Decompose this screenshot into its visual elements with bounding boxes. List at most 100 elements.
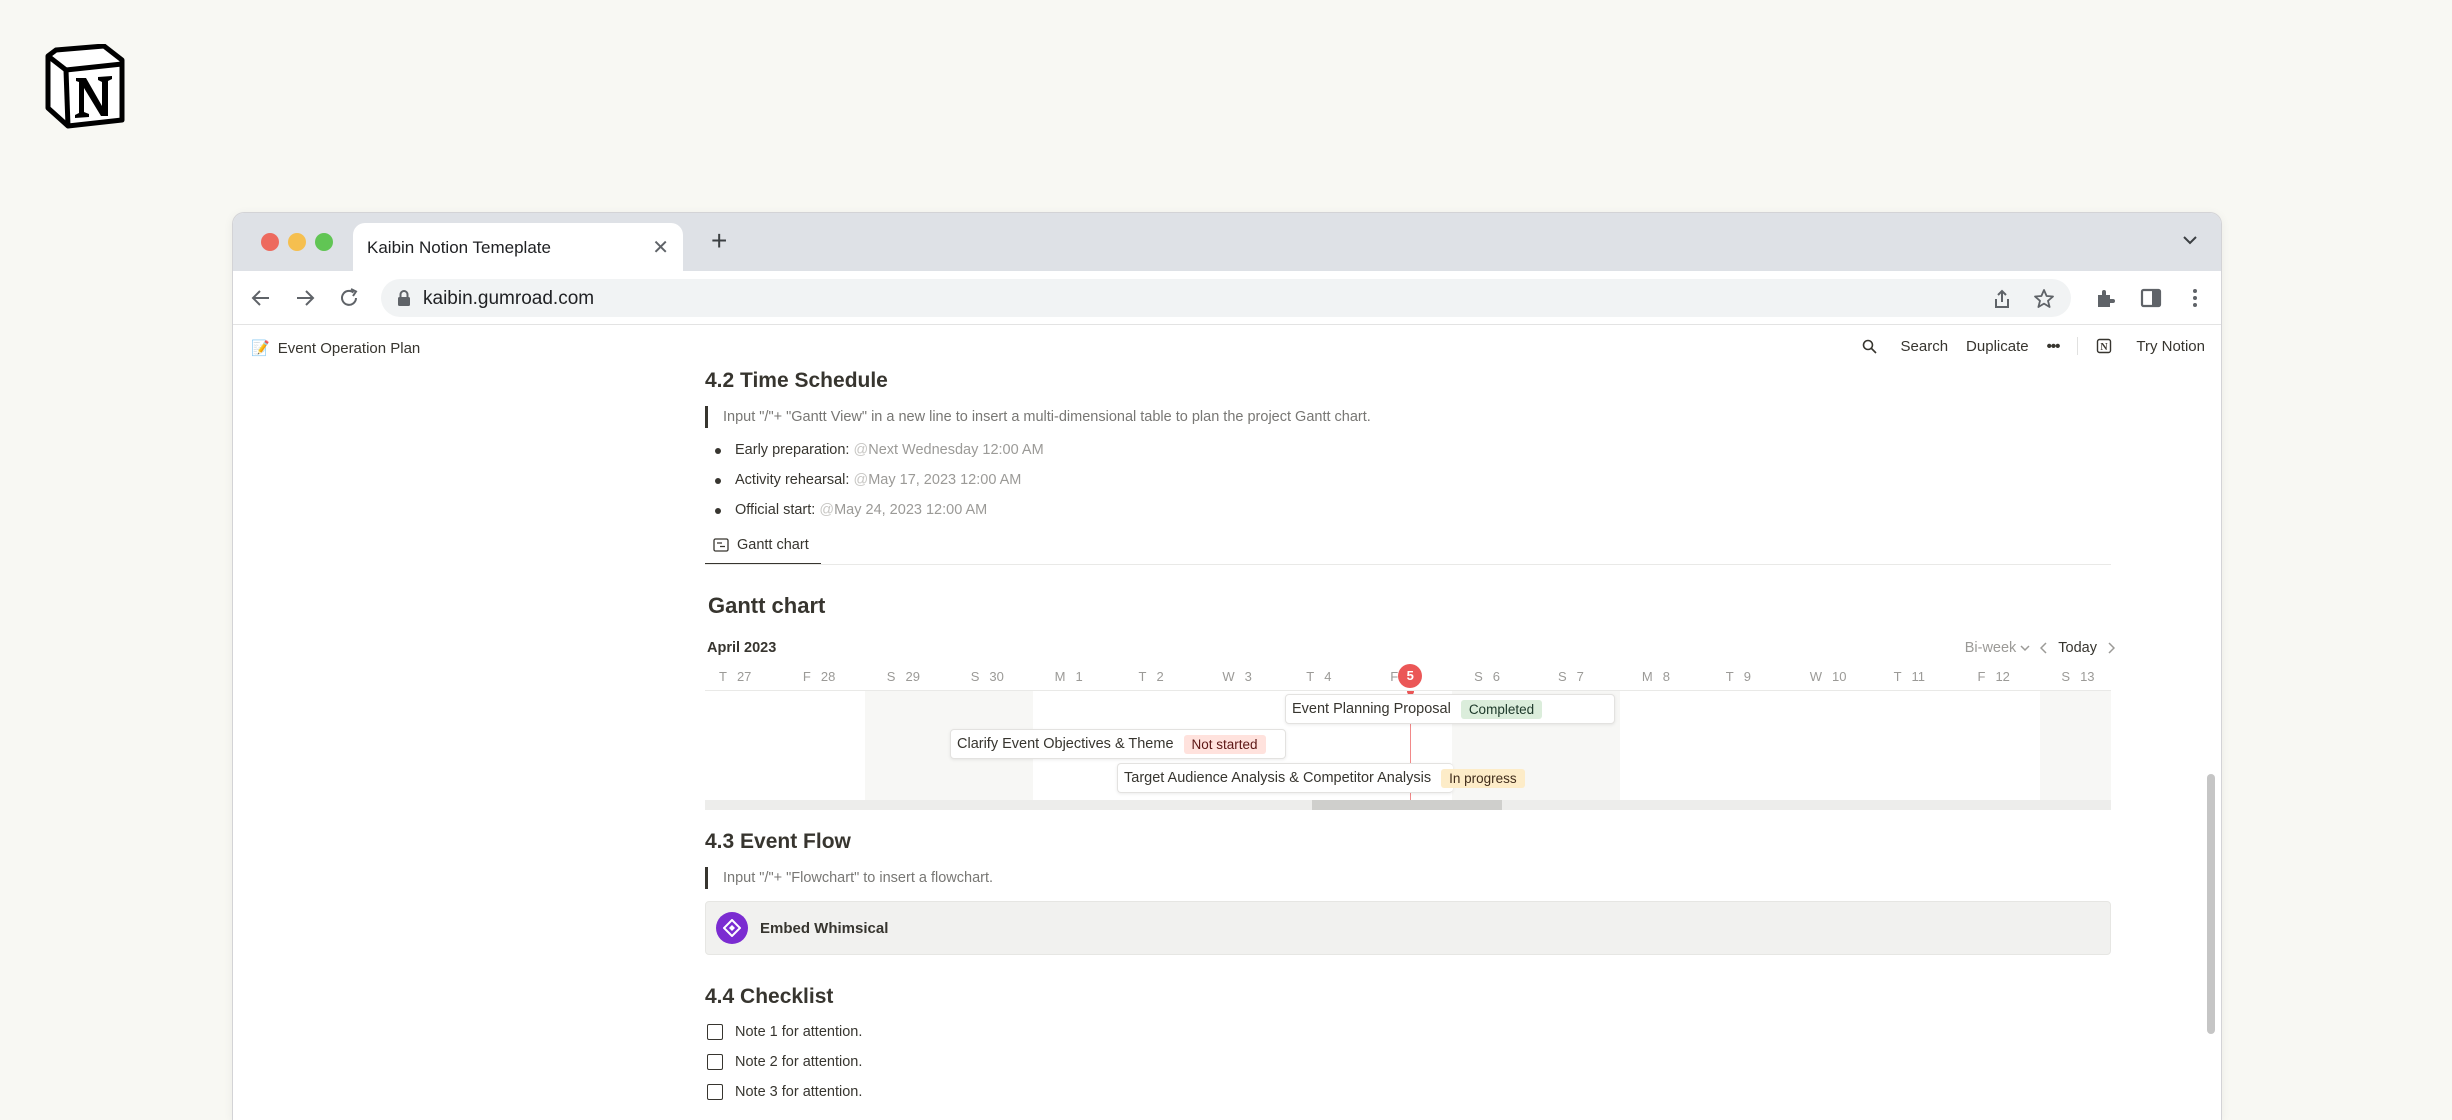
notion-logo-icon xyxy=(45,44,125,129)
day-of-week: T xyxy=(1306,669,1315,684)
gantt-task-bar[interactable]: Event Planning Proposal Completed xyxy=(1285,694,1615,724)
day-of-week: F xyxy=(802,669,811,684)
url-text: kaibin.gumroad.com xyxy=(423,288,595,309)
gantt-day-label: M8 xyxy=(1642,669,1670,684)
chevron-right-icon[interactable] xyxy=(2107,642,2115,654)
gantt-day-label: T2 xyxy=(1139,669,1164,684)
checkbox[interactable] xyxy=(707,1024,723,1040)
close-window-button[interactable] xyxy=(261,233,279,251)
more-options-button[interactable]: ••• xyxy=(2047,338,2061,355)
gantt-day-label: S 30 xyxy=(971,669,1004,684)
duplicate-button[interactable]: Duplicate xyxy=(1966,338,2029,355)
gantt-task-bar[interactable]: Target Audience Analysis & Competitor An… xyxy=(1117,763,1525,793)
gantt-day-header: T 27 F 28 S 29 S 30 M 1 T 2 W 3 T 4 F 5 S 6 S 7 M 8 T 9 W 10 T 11 F 12 S… xyxy=(705,664,2111,690)
gantt-day-label: S6 xyxy=(1474,669,1500,684)
tab-gantt-label: Gantt chart xyxy=(737,537,809,553)
gantt-scrollbar[interactable] xyxy=(1312,800,1502,810)
embed-label: Embed Whimsical xyxy=(760,919,889,937)
kebab-menu-icon[interactable] xyxy=(2183,286,2207,310)
section-heading-time-schedule: 4.2 Time Schedule xyxy=(705,369,888,392)
gantt-day-label: T4 xyxy=(1306,669,1331,684)
breadcrumb[interactable]: 📝 Event Operation Plan xyxy=(251,339,421,358)
list-item: Official start: @May 24, 2023 12:00 AM xyxy=(705,499,987,521)
breadcrumb-label: Event Operation Plan xyxy=(277,339,421,357)
gantt-day-label: W3 xyxy=(1222,669,1252,684)
day-number: 29 xyxy=(905,669,920,684)
try-notion-button[interactable]: N Try Notion xyxy=(2096,338,2205,355)
checklist-item: Note 1 for attention. xyxy=(705,1021,862,1043)
checklist-label: Note 2 for attention. xyxy=(735,1054,863,1070)
gantt-title: Gantt chart xyxy=(708,593,826,618)
day-number: 13 xyxy=(2080,669,2095,684)
forward-arrow-icon[interactable] xyxy=(293,286,317,310)
browser-window: Kaibin Notion Temeplate ✕ + kaibin.gumro… xyxy=(232,212,2222,1120)
day-of-week: S xyxy=(886,669,896,684)
tab-gantt-chart[interactable]: Gantt chart xyxy=(713,537,809,553)
task-name: Clarify Event Objectives & Theme xyxy=(957,736,1174,752)
checkbox[interactable] xyxy=(707,1084,723,1100)
day-of-week: M xyxy=(1641,669,1653,684)
gantt-day-label: M1 xyxy=(1055,669,1083,684)
tab-close-icon[interactable]: ✕ xyxy=(652,235,669,260)
reload-icon[interactable] xyxy=(337,286,361,310)
side-panel-icon[interactable] xyxy=(2139,286,2163,310)
page-scrollbar[interactable] xyxy=(2207,774,2215,1034)
chevron-down-icon[interactable] xyxy=(2181,231,2199,249)
day-number: 3 xyxy=(1244,669,1252,684)
chevron-down-icon xyxy=(2020,645,2030,652)
try-notion-label: Try Notion xyxy=(2136,337,2205,355)
day-of-week: S xyxy=(2061,669,2071,684)
gantt-controls: Bi-week Today xyxy=(1965,640,2115,656)
back-arrow-icon[interactable] xyxy=(249,286,273,310)
day-of-week: W xyxy=(1809,669,1822,684)
memo-icon: 📝 xyxy=(251,340,270,357)
day-number: 2 xyxy=(1156,669,1164,684)
range-select[interactable]: Bi-week xyxy=(1965,640,2031,656)
range-select-label: Bi-week xyxy=(1964,640,2017,656)
whimsical-icon xyxy=(716,912,748,944)
today-button[interactable]: Today xyxy=(2058,640,2097,656)
browser-tab[interactable]: Kaibin Notion Temeplate ✕ xyxy=(353,223,683,271)
notion-topbar: 📝 Event Operation Plan Search Duplicate … xyxy=(233,326,2221,370)
chevron-left-icon[interactable] xyxy=(2040,642,2048,654)
day-of-week: T xyxy=(719,669,727,684)
url-field[interactable]: kaibin.gumroad.com xyxy=(381,279,2071,317)
maximize-window-button[interactable] xyxy=(315,233,333,251)
gantt-task-bar[interactable]: Clarify Event Objectives & Theme Not sta… xyxy=(950,729,1286,759)
gantt-day-label: T9 xyxy=(1726,669,1751,684)
day-number: 27 xyxy=(736,669,752,684)
search-label: Search xyxy=(1900,337,1949,355)
gantt-day-label: W 10 xyxy=(1810,669,1847,684)
date-mention[interactable]: Next Wednesday 12:00 AM xyxy=(868,442,1043,458)
day-number: 11 xyxy=(1911,669,1926,684)
bookmark-star-icon[interactable] xyxy=(2033,288,2055,310)
day-number: 30 xyxy=(989,669,1004,684)
checkbox[interactable] xyxy=(707,1054,723,1070)
date-mention[interactable]: May 24, 2023 12:00 AM xyxy=(834,502,987,518)
day-of-week: S xyxy=(1474,669,1483,684)
minimize-window-button[interactable] xyxy=(288,233,306,251)
extensions-icon[interactable] xyxy=(2093,286,2117,310)
day-number: 4 xyxy=(1324,669,1332,684)
share-icon[interactable] xyxy=(1991,288,2013,310)
date-mention[interactable]: May 17, 2023 12:00 AM xyxy=(868,472,1021,488)
search-button[interactable]: Search xyxy=(1862,337,1949,355)
day-of-week: S xyxy=(970,669,980,684)
embed-whimsical-block[interactable]: Embed Whimsical xyxy=(705,901,2111,955)
checklist-label: Note 3 for attention. xyxy=(735,1084,863,1100)
status-badge: Completed xyxy=(1460,699,1543,719)
divider xyxy=(705,564,2111,565)
day-number: 6 xyxy=(1492,669,1500,684)
gantt-day-label: T 11 xyxy=(1894,669,1925,684)
gantt-day-label: T 27 xyxy=(719,669,751,684)
lock-icon[interactable] xyxy=(397,289,411,307)
mention-at: @ xyxy=(853,472,869,488)
list-item-label: Official start: xyxy=(735,502,816,518)
divider xyxy=(2077,337,2079,355)
quote-block: Input "/"+ "Flowchart" to insert a flowc… xyxy=(705,867,1705,889)
task-name: Event Planning Proposal xyxy=(1292,701,1451,717)
day-of-week: T xyxy=(1725,669,1734,684)
day-number: 10 xyxy=(1831,669,1847,684)
new-tab-button[interactable]: + xyxy=(711,225,727,257)
day-of-week: T xyxy=(1893,669,1902,684)
